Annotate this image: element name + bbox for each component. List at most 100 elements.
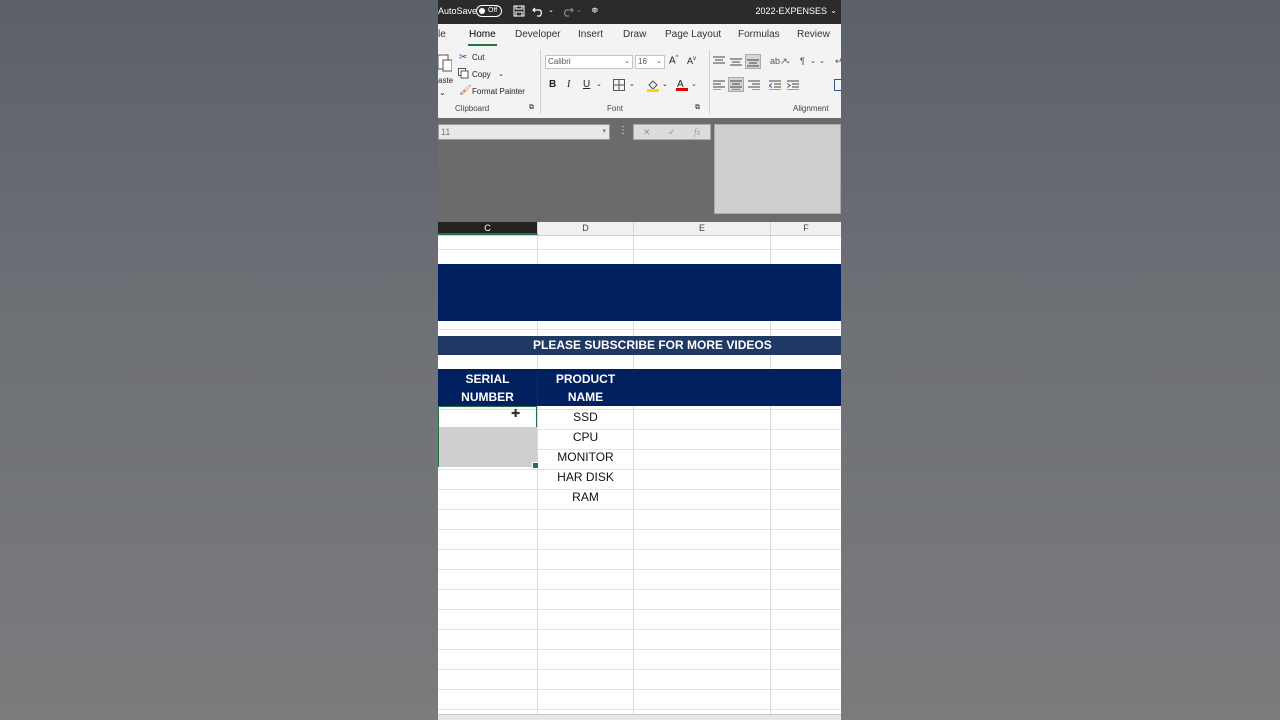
redo-dropdown-icon[interactable]: ⌄ xyxy=(576,6,582,14)
align-top-icon[interactable] xyxy=(713,56,725,68)
bold-button[interactable]: B xyxy=(549,79,556,90)
font-name-select[interactable]: Calibri ⌄ xyxy=(545,55,633,69)
formula-buttons: ✕ ✓ fx xyxy=(633,124,711,140)
product-cell[interactable]: CPU xyxy=(538,427,633,447)
table-header: SERIAL NUMBER PRODUCT NAME xyxy=(438,369,841,406)
tab-page-layout[interactable]: Page Layout xyxy=(665,29,721,40)
divider xyxy=(709,50,710,114)
tab-developer[interactable]: Developer xyxy=(515,29,561,40)
format-painter-button[interactable]: Format Painter xyxy=(472,87,525,96)
increase-indent-icon[interactable] xyxy=(787,80,799,92)
fill-color-dropdown-icon[interactable]: ⌄ xyxy=(662,80,668,88)
cell-selection[interactable] xyxy=(438,406,539,469)
clipboard-group-label: Clipboard xyxy=(455,104,490,113)
toggle-knob xyxy=(479,8,485,14)
merge-center-icon[interactable] xyxy=(834,79,841,93)
cancel-icon[interactable]: ✕ xyxy=(643,127,651,138)
formula-input[interactable] xyxy=(714,124,841,214)
fill-color-icon[interactable] xyxy=(646,78,660,94)
ribbon: aste ⌄ ✂ Cut Copy ⌄ 🖌 Format Painter Cli… xyxy=(438,46,841,119)
column-header-c[interactable]: C xyxy=(438,222,538,235)
tab-review[interactable]: Review xyxy=(797,29,830,40)
title-band[interactable] xyxy=(438,264,841,321)
align-bottom-icon[interactable] xyxy=(745,54,761,69)
overflow-dropdown-icon[interactable]: ⌄ xyxy=(819,57,825,65)
align-center-icon[interactable] xyxy=(728,77,744,92)
decrease-font-icon[interactable]: Av xyxy=(687,56,696,66)
borders-icon[interactable] xyxy=(613,79,625,93)
product-cell[interactable]: RAM xyxy=(538,487,633,507)
autosave-toggle[interactable]: Off xyxy=(476,5,502,17)
name-box[interactable]: 11 ▾ xyxy=(438,124,610,140)
band-gap xyxy=(438,321,841,322)
orientation-dropdown-icon[interactable]: ⌄ xyxy=(785,57,791,65)
tab-home[interactable]: Home xyxy=(469,29,496,40)
copy-button[interactable]: Copy xyxy=(472,70,491,79)
more-options-icon[interactable]: ⋮ xyxy=(618,125,628,136)
customize-toolbar-icon[interactable]: ≑ xyxy=(591,5,599,16)
undo-icon[interactable] xyxy=(532,5,546,19)
redo-icon[interactable] xyxy=(560,5,574,19)
undo-dropdown-icon[interactable]: ⌄ xyxy=(548,6,554,14)
column-header-d[interactable]: D xyxy=(538,222,634,235)
copy-dropdown-icon[interactable]: ⌄ xyxy=(498,70,504,78)
chevron-down-icon: ⌄ xyxy=(656,58,662,65)
autosave-label: AutoSave xyxy=(438,6,478,16)
subscribe-banner[interactable]: PLEASE SUBSCRIBE FOR MORE VIDEOS xyxy=(438,336,841,355)
text-direction-icon[interactable]: ¶ xyxy=(800,56,805,66)
divider xyxy=(540,50,541,114)
format-painter-icon[interactable]: 🖌 xyxy=(459,85,472,96)
increase-font-icon[interactable]: A^ xyxy=(669,55,679,66)
wrap-text-icon[interactable]: ↵ xyxy=(835,56,841,67)
copy-icon[interactable] xyxy=(458,68,469,81)
borders-dropdown-icon[interactable]: ⌄ xyxy=(629,80,635,88)
align-right-icon[interactable] xyxy=(748,80,760,92)
tab-formulas[interactable]: Formulas xyxy=(738,29,780,40)
cut-button[interactable]: Cut xyxy=(472,53,484,62)
excel-window: AutoSave Off ⌄ ⌄ ≑ 2022-EXPENSES ⌄ le Ho… xyxy=(438,0,841,720)
tab-file[interactable]: le xyxy=(438,29,446,40)
italic-button[interactable]: I xyxy=(567,79,570,90)
name-box-value: 11 xyxy=(441,127,451,137)
enter-icon[interactable]: ✓ xyxy=(668,127,676,138)
header-product-name[interactable]: PRODUCT NAME xyxy=(538,370,633,406)
cut-icon[interactable]: ✂ xyxy=(459,52,467,63)
tab-draw[interactable]: Draw xyxy=(623,29,646,40)
font-color-icon[interactable]: A xyxy=(675,77,689,93)
selected-range xyxy=(439,427,537,467)
paste-dropdown-icon[interactable]: ⌄ xyxy=(439,88,446,97)
worksheet-grid[interactable]: PLEASE SUBSCRIBE FOR MORE VIDEOS SERIAL … xyxy=(438,236,841,720)
chevron-down-icon[interactable]: ⌄ xyxy=(830,6,837,15)
paste-icon[interactable] xyxy=(438,52,453,74)
alignment-group-label: Alignment xyxy=(793,104,829,113)
tab-insert[interactable]: Insert xyxy=(578,29,603,40)
header-serial-number[interactable]: SERIAL NUMBER xyxy=(438,370,537,406)
paste-label[interactable]: aste xyxy=(438,76,453,85)
column-header-f[interactable]: F xyxy=(771,222,841,235)
font-color-dropdown-icon[interactable]: ⌄ xyxy=(691,80,697,88)
file-name[interactable]: 2022-EXPENSES xyxy=(755,6,827,16)
product-cell[interactable]: MONITOR xyxy=(538,447,633,467)
product-cell[interactable]: SSD xyxy=(538,407,633,427)
ribbon-tabs: le Home Developer Insert Draw Page Layou… xyxy=(438,24,841,46)
insert-function-icon[interactable]: fx xyxy=(694,127,701,137)
save-icon[interactable] xyxy=(513,5,525,19)
cell-cursor-icon: ✚ xyxy=(511,408,521,420)
banner-text: PLEASE SUBSCRIBE FOR MORE VIDEOS xyxy=(533,338,772,352)
decrease-indent-icon[interactable] xyxy=(768,80,781,92)
font-group-label: Font xyxy=(607,104,624,113)
font-size-select[interactable]: 16 ⌄ xyxy=(635,55,665,69)
clipboard-launcher-icon[interactable]: ⧉ xyxy=(529,104,534,112)
column-header-e[interactable]: E xyxy=(634,222,771,235)
underline-button[interactable]: U xyxy=(583,79,590,90)
align-middle-icon[interactable] xyxy=(730,57,742,69)
align-left-icon[interactable] xyxy=(713,80,725,92)
text-direction-dropdown-icon[interactable]: ⌄ xyxy=(810,57,816,65)
font-name-value: Calibri xyxy=(548,57,571,66)
font-launcher-icon[interactable]: ⧉ xyxy=(695,104,700,112)
product-cell[interactable]: HAR DISK xyxy=(538,467,633,487)
underline-dropdown-icon[interactable]: ⌄ xyxy=(596,80,602,88)
formula-bar-area: 11 ▾ ⋮ ✕ ✓ fx xyxy=(438,118,841,222)
font-size-value: 16 xyxy=(638,57,647,66)
sheet-tabs-bar[interactable] xyxy=(438,714,841,720)
